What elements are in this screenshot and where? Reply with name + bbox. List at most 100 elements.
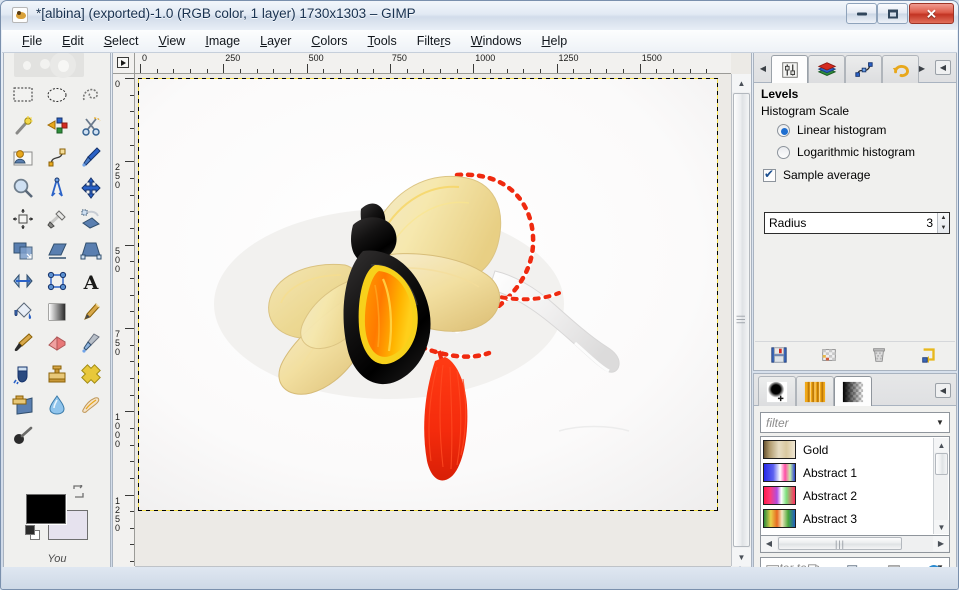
radius-stepper[interactable]: ▲ ▼	[937, 213, 949, 233]
tool-text[interactable]: A	[74, 265, 108, 296]
close-button[interactable]: ✕	[909, 3, 954, 24]
tool-rectangle-select[interactable]	[6, 79, 40, 110]
gradient-list-scrollbar[interactable]: ▲ ▼	[933, 438, 949, 534]
image-canvas[interactable]	[138, 78, 718, 511]
tool-airbrush[interactable]	[74, 327, 108, 358]
tab-patterns[interactable]	[796, 376, 834, 406]
tool-alignment[interactable]	[6, 203, 40, 234]
gradient-list-item[interactable]: Abstract 2	[761, 484, 932, 507]
tab-undo-history[interactable]	[882, 55, 919, 83]
tool-flip[interactable]	[6, 265, 40, 296]
v-scroll-thumb[interactable]: |||	[733, 93, 750, 547]
menu-tools[interactable]: Tools	[358, 31, 407, 51]
h-ruler-label: 1250	[558, 53, 579, 63]
tool-heal[interactable]	[74, 358, 108, 389]
canvas-vertical-scrollbar[interactable]: ▲ ||| ▼	[731, 74, 751, 566]
gradient-hscroll-left-arrow[interactable]: ◀	[761, 536, 777, 551]
tool-measure[interactable]	[40, 172, 74, 203]
tool-move[interactable]	[74, 172, 108, 203]
horizontal-ruler[interactable]: 0 250 500 750 1000 1250 1500	[135, 53, 731, 74]
gradient-hscroll-right-arrow[interactable]: ▶	[933, 536, 949, 551]
tool-scissors-select[interactable]	[74, 110, 108, 141]
menu-filters[interactable]: Filters	[407, 31, 461, 51]
tool-color-picker[interactable]	[74, 141, 108, 172]
radius-spinner[interactable]: Radius 3 ▲ ▼	[764, 212, 950, 234]
tool-clone[interactable]	[40, 358, 74, 389]
gradient-scroll-thumb[interactable]	[935, 453, 948, 475]
tool-foreground-select[interactable]	[6, 141, 40, 172]
menu-colors[interactable]: Colors	[301, 31, 357, 51]
maximize-button[interactable]	[877, 3, 908, 24]
save-options-button[interactable]	[770, 346, 790, 366]
tool-ink[interactable]	[6, 358, 40, 389]
stepper-up-icon[interactable]: ▲	[941, 215, 947, 221]
gradient-list-item[interactable]: Gold	[761, 438, 932, 461]
reset-options-button[interactable]	[920, 346, 940, 366]
menu-image[interactable]: Image	[195, 31, 250, 51]
vertical-ruler[interactable]: 0 250 500 750 1000 1250	[113, 74, 135, 566]
stepper-down-icon[interactable]: ▼	[941, 225, 947, 231]
tool-bucket-fill[interactable]	[6, 296, 40, 327]
tool-select-by-color[interactable]	[40, 110, 74, 141]
v-ruler-minor-tick	[130, 477, 134, 479]
menu-edit[interactable]: Edit	[52, 31, 94, 51]
restore-options-button[interactable]	[820, 346, 840, 366]
tab-brushes[interactable]	[758, 376, 796, 406]
tab-gradients[interactable]	[834, 376, 872, 406]
gradients-dock-menu-button[interactable]: ◀	[935, 383, 951, 398]
tool-paths[interactable]	[40, 141, 74, 172]
tool-blur-sharpen[interactable]	[40, 389, 74, 420]
gradient-filter-input[interactable]: filter ▼	[760, 412, 950, 433]
menu-help[interactable]: Help	[531, 31, 577, 51]
gradient-list-item[interactable]: Abstract 3	[761, 507, 932, 530]
menu-file[interactable]: FFileile	[12, 31, 52, 51]
gradient-list[interactable]: Gold Abstract 1 Abstract 2 Abstract 3 ▲ ▼	[760, 436, 950, 536]
dock-menu-button[interactable]: ◀	[935, 60, 951, 75]
tab-scroll-left-arrow[interactable]: ◀	[757, 61, 769, 75]
tool-zoom[interactable]	[6, 172, 40, 203]
scroll-up-arrow[interactable]: ▲	[732, 74, 751, 92]
tab-paths[interactable]	[845, 55, 882, 83]
swap-colors-icon[interactable]	[72, 483, 85, 498]
tool-free-select[interactable]	[74, 79, 108, 110]
menu-windows[interactable]: Windows	[461, 31, 532, 51]
gradient-scroll-up-arrow[interactable]: ▲	[934, 438, 949, 452]
tab-tool-options[interactable]	[771, 55, 808, 83]
tool-perspective[interactable]	[74, 234, 108, 265]
minimize-button[interactable]	[846, 3, 877, 24]
tool-blend-gradient[interactable]	[40, 296, 74, 327]
tool-cage-transform[interactable]	[40, 265, 74, 296]
reset-colors-icon[interactable]	[25, 525, 42, 542]
radio-logarithmic-histogram[interactable]: Logarithmic histogram	[755, 139, 955, 161]
tool-scale[interactable]	[6, 234, 40, 265]
tool-eraser[interactable]	[40, 327, 74, 358]
gradient-scroll-down-arrow[interactable]: ▼	[934, 520, 949, 534]
delete-options-button[interactable]	[870, 346, 890, 366]
gradient-hscroll-thumb[interactable]: |||	[778, 537, 902, 550]
menu-layer[interactable]: Layer	[250, 31, 301, 51]
tool-pencil[interactable]	[74, 296, 108, 327]
scroll-down-arrow[interactable]: ▼	[732, 548, 751, 566]
ruler-menu-button[interactable]	[113, 53, 135, 74]
tool-dodge-burn[interactable]	[6, 420, 40, 451]
chevron-down-icon[interactable]: ▼	[931, 418, 949, 427]
checkbox-sample-average[interactable]: Sample average	[755, 161, 955, 184]
foreground-color-swatch[interactable]	[26, 494, 66, 524]
gradient-list-item[interactable]: Abstract 1	[761, 461, 932, 484]
tool-paintbrush[interactable]	[6, 327, 40, 358]
tool-shear[interactable]	[40, 234, 74, 265]
gradient-list-hscrollbar[interactable]: ◀ ||| ▶	[760, 536, 950, 553]
tool-ellipse-select[interactable]	[40, 79, 74, 110]
tab-layers[interactable]	[808, 55, 845, 83]
tool-crop[interactable]	[40, 203, 74, 234]
tool-rotate[interactable]	[74, 203, 108, 234]
menu-select[interactable]: Select	[94, 31, 149, 51]
radio-linear-histogram[interactable]: Linear histogram	[755, 121, 955, 139]
right-dock: ◀ ▶ ◀ Levels Histogram Scale Linear hist…	[753, 53, 957, 588]
tab-scroll-right-arrow[interactable]: ▶	[916, 61, 928, 75]
canvas-area[interactable]	[135, 74, 731, 566]
menu-view[interactable]: View	[148, 31, 195, 51]
tool-perspective-clone[interactable]	[6, 389, 40, 420]
tool-fuzzy-select[interactable]	[6, 110, 40, 141]
tool-smudge[interactable]	[74, 389, 108, 420]
